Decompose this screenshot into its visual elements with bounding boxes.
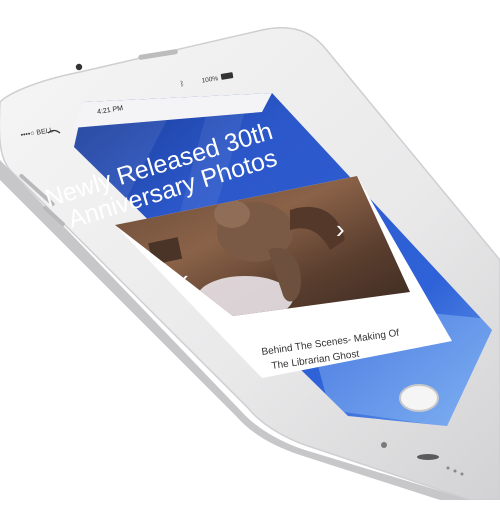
phone-mockup: ••••○ BELL 4:21 PM 100% ᛒ Newly Released… (0, 27, 500, 501)
home-button[interactable] (399, 384, 439, 412)
front-camera-icon (75, 63, 83, 71)
next-slide-icon[interactable]: › (336, 214, 345, 244)
prev-slide-icon[interactable]: ‹ (180, 264, 189, 294)
headphone-jack (381, 442, 387, 448)
lightning-port (417, 454, 439, 460)
app-screenshot: ••••○ BELL 4:21 PM 100% ᛒ Newly Released… (0, 0, 500, 501)
